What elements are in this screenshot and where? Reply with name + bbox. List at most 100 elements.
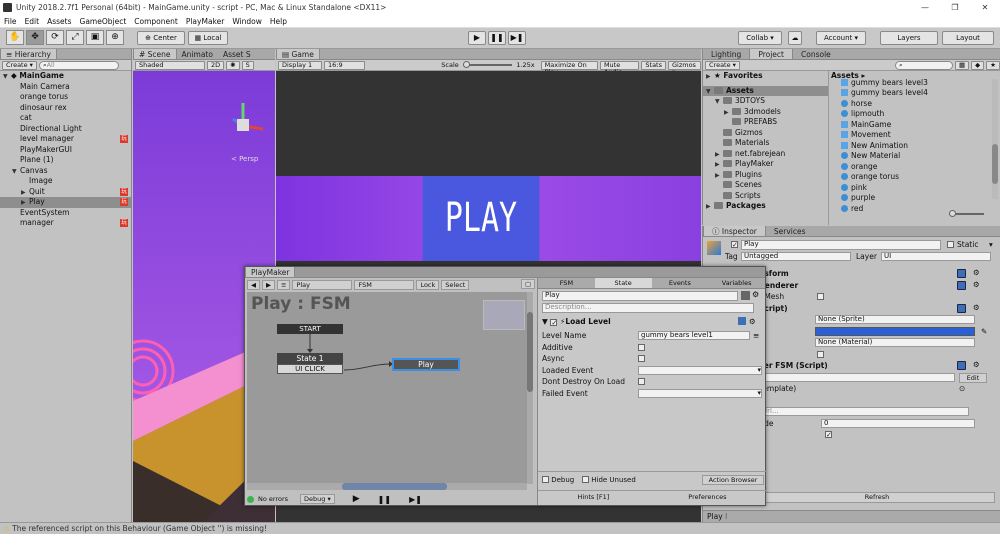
field-options-icon[interactable]: ≡ <box>753 330 759 342</box>
pause-button[interactable]: ❚❚ <box>488 31 506 45</box>
tab-asset-s[interactable]: Asset S <box>218 49 256 59</box>
scale-slider[interactable] <box>462 61 513 68</box>
select-button[interactable]: Select <box>441 279 470 290</box>
hierarchy-item[interactable]: manager 玩 <box>0 218 131 229</box>
asset-item[interactable]: purple <box>831 193 993 204</box>
lock-button[interactable]: Lock <box>416 279 440 290</box>
material-field[interactable]: None (Material) <box>815 338 975 347</box>
asset-item[interactable]: gummy bears level3 <box>831 78 993 89</box>
lighting-icon[interactable]: ✺ <box>226 60 240 70</box>
gameobject-select[interactable]: Play <box>292 279 353 290</box>
project-folder-item[interactable]: Gizmos <box>703 128 828 139</box>
static-checkbox[interactable] <box>947 241 954 248</box>
project-folder-item[interactable]: Scenes <box>703 180 828 191</box>
cloud-icon[interactable]: ☁ <box>788 31 802 45</box>
action-field-checkbox[interactable] <box>638 355 645 362</box>
ui-click-event[interactable]: UI CLICK <box>277 364 343 374</box>
favorites-item[interactable]: ▶ ★ Favorites <box>703 71 828 82</box>
filter-label-icon[interactable]: ◆ <box>971 60 985 70</box>
hierarchy-item[interactable]: cat <box>0 113 131 124</box>
sprite-field[interactable]: None (Sprite) <box>815 315 975 324</box>
tab-animato[interactable]: Animato <box>177 49 218 59</box>
object-name-field[interactable]: Play <box>741 240 941 250</box>
tab-services[interactable]: Services <box>766 226 814 236</box>
2d-toggle[interactable]: 2D <box>207 60 225 70</box>
tab-fsm-events[interactable]: Events <box>652 278 709 288</box>
project-folder-item[interactable]: Materials <box>703 138 828 149</box>
color-swatch[interactable] <box>815 326 975 336</box>
tab-inspector[interactable]: ⓘ Inspector <box>703 226 766 236</box>
graph-scrollbar-h[interactable] <box>247 483 527 490</box>
menu-component[interactable]: Component <box>130 15 182 28</box>
state-name-field[interactable]: Play <box>542 291 738 301</box>
aspect-dropdown[interactable]: 16:9 <box>324 60 366 70</box>
cull-mesh-checkbox[interactable] <box>817 293 824 300</box>
forward-icon[interactable]: ▶ <box>262 279 275 290</box>
asset-item[interactable]: New Animation <box>831 141 993 152</box>
debug-toggle[interactable]: Debug <box>542 476 574 484</box>
component-settings-icon[interactable]: ⚙ <box>973 303 980 312</box>
component-help-icon[interactable] <box>957 303 966 313</box>
menu-assets[interactable]: Assets <box>43 15 75 28</box>
project-folder-item[interactable]: ▼ Assets <box>703 85 828 96</box>
game-toolbar-button[interactable]: Mute Audio <box>599 60 640 75</box>
hierarchy-item[interactable]: ▶ Play 玩 <box>0 197 131 208</box>
action-field-checkbox[interactable] <box>638 378 645 385</box>
tab-scene[interactable]: # Scene <box>133 49 177 59</box>
tag-dropdown[interactable]: Untagged <box>741 252 851 261</box>
action-browser-button[interactable]: Action Browser <box>702 475 764 485</box>
raycast-checkbox[interactable] <box>817 350 824 358</box>
asset-item[interactable]: lipmouth <box>831 109 993 120</box>
hierarchy-item[interactable]: ▶ Quit 玩 <box>0 187 131 198</box>
component-help-icon[interactable] <box>957 280 966 290</box>
fsm-graph-canvas[interactable]: Play : FSM START State 1 UI CLICK Play <box>247 292 527 484</box>
hierarchy-item[interactable]: ▼ Canvas <box>0 166 131 177</box>
layers-dropdown[interactable]: Layers <box>880 31 938 45</box>
asset-item[interactable]: gummy bears level4 <box>831 88 993 99</box>
static-dropdown-icon[interactable]: ▾ <box>989 240 993 249</box>
pivot-local-button[interactable]: ▦ Local <box>188 31 228 45</box>
minimize-icon[interactable]: — <box>910 0 940 15</box>
icon-size-slider[interactable] <box>949 210 984 217</box>
tab-lighting[interactable]: Lighting <box>703 49 749 59</box>
recent-icon[interactable]: ≡ <box>277 279 291 290</box>
fsm-pause-icon[interactable]: ❚❚ <box>378 495 391 504</box>
refresh-button[interactable]: Refresh <box>759 492 995 503</box>
asset-item[interactable]: New Material <box>831 151 993 162</box>
collab-button[interactable]: Collab ▾ <box>738 31 782 45</box>
step-button[interactable]: ▶❚ <box>508 31 526 45</box>
favorite-star-icon[interactable]: ★ <box>986 60 1000 70</box>
hide-unused-toggle[interactable]: Hide Unused <box>582 476 636 484</box>
play-state-node[interactable]: Play <box>392 358 460 371</box>
filter-type-icon[interactable]: ▦ <box>955 60 970 70</box>
rect-tool-icon[interactable]: ▣ <box>86 30 104 45</box>
hierarchy-item[interactable]: PlayMakerGUI <box>0 145 131 156</box>
back-icon[interactable]: ◀ <box>247 279 260 290</box>
load-level-header[interactable]: ▼ ⚡Load Level ⚙ <box>542 317 756 328</box>
tab-fsm-state[interactable]: State <box>594 278 652 288</box>
component-settings-icon[interactable]: ⚙ <box>973 280 980 289</box>
preferences-button[interactable]: Preferences <box>688 491 726 502</box>
asset-item[interactable]: horse <box>831 99 993 110</box>
project-folder-item[interactable]: PREFABS <box>703 117 828 128</box>
menu-help[interactable]: Help <box>266 15 291 28</box>
description-field[interactable]: Description... <box>542 303 754 313</box>
action-enabled-checkbox[interactable] <box>550 319 558 326</box>
state-settings-icon[interactable]: ⚙ <box>752 290 759 299</box>
event-select[interactable]: ▾ <box>638 365 762 375</box>
tab-game[interactable]: ▤ Game <box>276 49 320 59</box>
template-picker-icon[interactable]: ⊙ <box>959 383 965 395</box>
game-toolbar-button[interactable]: Stats <box>641 60 666 70</box>
debug-dropdown[interactable]: Debug ▾ <box>300 494 335 504</box>
component-help-icon[interactable] <box>957 269 966 278</box>
hierarchy-create-button[interactable]: Create ▾ <box>2 60 37 70</box>
graph-scrollbar-v[interactable] <box>527 292 533 484</box>
le-checkbox[interactable] <box>825 431 832 438</box>
event-select[interactable]: ▾ <box>638 388 762 398</box>
active-checkbox[interactable] <box>731 241 738 248</box>
tab-playmaker[interactable]: PlayMaker <box>245 267 296 277</box>
transform-tool-icon[interactable]: ⊕ <box>106 30 124 45</box>
project-create-button[interactable]: Create ▾ <box>705 60 740 70</box>
account-button[interactable]: Account ▾ <box>816 31 866 45</box>
menu-file[interactable]: File <box>0 15 21 28</box>
